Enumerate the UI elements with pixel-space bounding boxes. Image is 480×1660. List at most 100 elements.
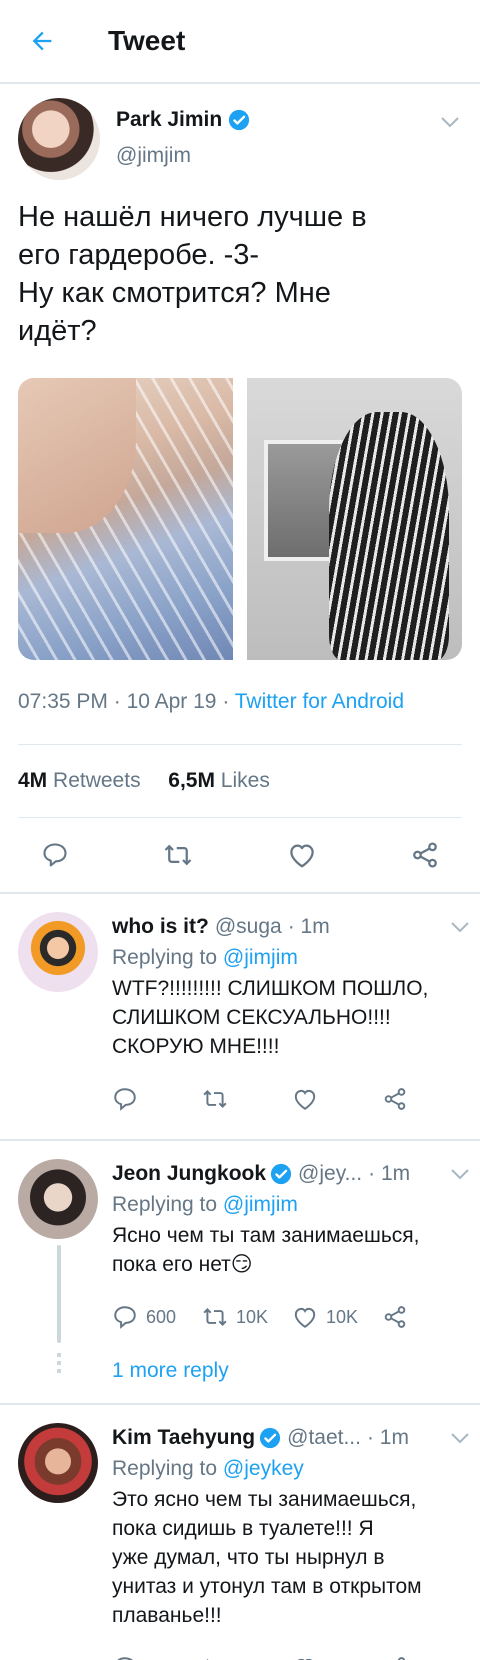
- tweet-text: Не нашёл ничего лучше в его гардеробе. -…: [18, 201, 367, 347]
- tweet-author: Park Jimin @jimjim: [18, 98, 462, 180]
- reply-author-name[interactable]: who is it?: [112, 915, 209, 939]
- tweet-source-link[interactable]: Twitter for Android: [235, 690, 404, 713]
- retweet-button[interactable]: [202, 1086, 292, 1112]
- meta-dot: ·: [222, 690, 235, 713]
- like-button[interactable]: 10K: [292, 1304, 382, 1330]
- reply-author-handle: @suga: [214, 915, 282, 938]
- share-button[interactable]: [410, 840, 440, 870]
- thread-line: [57, 1245, 61, 1343]
- tweet-date: 10 Apr 19: [126, 690, 217, 713]
- retweet-icon: [203, 1308, 227, 1326]
- reply-author-name[interactable]: Jeon Jungkook: [112, 1162, 266, 1186]
- share-icon: [384, 1306, 406, 1328]
- reply-button[interactable]: [40, 840, 70, 870]
- mention-link[interactable]: @jimjim: [223, 1193, 298, 1216]
- page-title: Tweet: [108, 25, 186, 56]
- share-icon: [413, 842, 437, 868]
- like-count: 10K: [326, 1306, 359, 1327]
- retweet-icon: [206, 1659, 209, 1660]
- reply-icon: [43, 843, 67, 867]
- like-icon: [294, 1307, 316, 1328]
- reply-time: · 1m: [287, 915, 330, 938]
- author-handle: @jimjim: [116, 144, 191, 167]
- tweet-stats: 4M Retweets 6,5M Likes: [18, 745, 462, 818]
- reply-icon: [117, 1657, 133, 1660]
- retweet-icon: [165, 844, 192, 866]
- back-button[interactable]: [22, 21, 62, 61]
- chevron-down-icon[interactable]: [448, 1426, 472, 1450]
- top-bar: Tweet: [0, 0, 480, 84]
- tweet-time: 07:35 PM: [18, 690, 108, 713]
- reply-text: Это ясно чем ты занимаешься, пока сидишь…: [112, 1488, 422, 1627]
- thread-dots: [57, 1353, 61, 1373]
- tweet-action-bar: [18, 818, 462, 892]
- main-tweet: Park Jimin @jimjim Не нашёл ничего лучше…: [0, 84, 480, 892]
- like-button[interactable]: [287, 840, 317, 870]
- like-button[interactable]: [292, 1086, 382, 1112]
- replying-prefix: Replying to: [112, 1457, 218, 1480]
- verified-badge-icon: [260, 1427, 281, 1449]
- more-replies-link[interactable]: 1 more reply: [112, 1359, 229, 1403]
- retweet-icon: [203, 1090, 227, 1108]
- chevron-down-icon[interactable]: [448, 1162, 472, 1186]
- meta-dot: ·: [113, 690, 127, 713]
- mention-link[interactable]: @jimjim: [223, 946, 298, 969]
- avatar[interactable]: [18, 912, 98, 992]
- retweets-label[interactable]: Retweets: [53, 769, 141, 792]
- retweet-count: 10K: [236, 1306, 269, 1327]
- chevron-down-icon[interactable]: [438, 110, 462, 134]
- share-button[interactable]: [382, 1086, 472, 1112]
- back-arrow-icon: [32, 31, 52, 51]
- author-name[interactable]: Park Jimin: [116, 108, 222, 132]
- reply-action-bar: [112, 1079, 472, 1119]
- reply-icon: [114, 1306, 136, 1329]
- media-photo-2[interactable]: [247, 378, 462, 660]
- verified-badge-icon: [270, 1163, 292, 1185]
- avatar[interactable]: [18, 98, 100, 180]
- likes-label[interactable]: Likes: [221, 769, 270, 792]
- retweet-button[interactable]: [202, 1655, 292, 1660]
- reply-action-bar: [112, 1648, 472, 1660]
- replying-to: Replying to @jimjim: [112, 946, 472, 970]
- likes-count[interactable]: 6,5M: [168, 769, 215, 792]
- retweet-button[interactable]: [163, 840, 193, 870]
- reply-icon: [114, 1088, 136, 1111]
- tweet-media: [18, 378, 462, 660]
- retweet-button[interactable]: 10K: [202, 1304, 292, 1330]
- replying-prefix: Replying to: [112, 946, 218, 969]
- reply-text: WTF?!!!!!!!!! СЛИШКОМ ПОШЛО, СЛИШКОМ СЕК…: [112, 977, 429, 1058]
- reply-button[interactable]: [112, 1655, 202, 1660]
- media-photo-1[interactable]: [18, 378, 233, 660]
- reply-tweet[interactable]: Jeon Jungkook @jey... · 1m Replying to @…: [0, 1141, 480, 1403]
- reply-button[interactable]: [112, 1086, 202, 1112]
- tweet-meta: 07:35 PM · 10 Apr 19 · Twitter for Andro…: [18, 690, 462, 745]
- verified-badge-icon: [229, 109, 250, 131]
- reply-tweet[interactable]: who is it? @suga · 1m Replying to @jimji…: [0, 894, 480, 1139]
- like-icon: [294, 1089, 316, 1110]
- retweets-count[interactable]: 4M: [18, 769, 47, 792]
- reply-author-handle: @taet...: [287, 1426, 361, 1449]
- mention-link[interactable]: @jeykey: [223, 1457, 304, 1480]
- replying-to: Replying to @jeykey: [112, 1457, 472, 1481]
- avatar[interactable]: [18, 1423, 98, 1503]
- replying-prefix: Replying to: [112, 1193, 218, 1216]
- reply-action-bar: 600 10K 10K: [112, 1297, 472, 1337]
- like-button[interactable]: [292, 1655, 382, 1660]
- reply-text: Ясно чем ты там занимаешься, пока его не…: [112, 1224, 420, 1276]
- share-button[interactable]: [382, 1655, 472, 1660]
- chevron-down-icon[interactable]: [448, 915, 472, 939]
- share-icon: [397, 1657, 406, 1660]
- reply-time: · 1m: [366, 1426, 409, 1449]
- reply-count: 600: [146, 1306, 177, 1327]
- avatar[interactable]: [18, 1159, 98, 1239]
- like-icon: [289, 844, 314, 868]
- reply-time: · 1m: [368, 1162, 411, 1185]
- reply-tweet[interactable]: Kim Taehyung @taet... · 1m Replying to @…: [0, 1405, 480, 1660]
- like-icon: [297, 1658, 313, 1660]
- share-button[interactable]: [382, 1304, 472, 1330]
- replying-to: Replying to @jimjim: [112, 1193, 472, 1217]
- reply-button[interactable]: 600: [112, 1304, 202, 1330]
- reply-author-handle: @jey...: [298, 1162, 363, 1185]
- reply-author-name[interactable]: Kim Taehyung: [112, 1426, 255, 1450]
- share-icon: [384, 1088, 406, 1110]
